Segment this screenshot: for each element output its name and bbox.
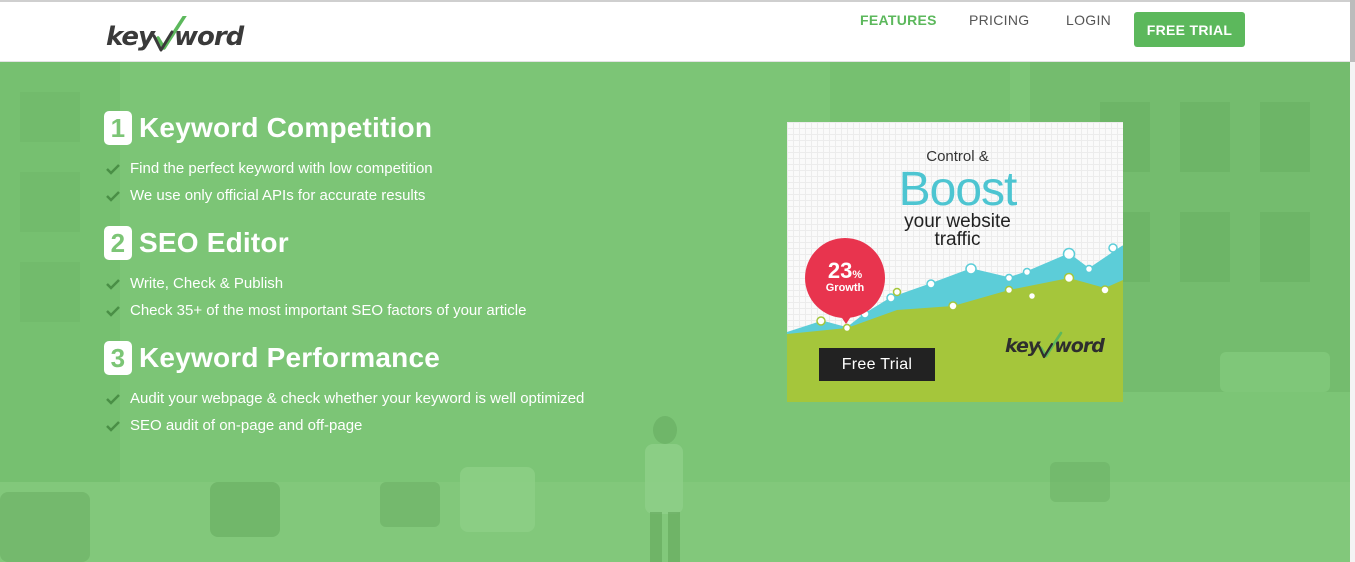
ad-logo: key word xyxy=(1005,331,1105,365)
feature-2-bullet-2: Check 35+ of the most important SEO fact… xyxy=(106,302,526,319)
nav-features[interactable]: FEATURES xyxy=(860,12,937,28)
feature-2-bullet-1-text: Write, Check & Publish xyxy=(130,275,284,292)
ad-banner[interactable]: Control & Boost your website traffic 23%… xyxy=(787,122,1123,402)
check-icon xyxy=(106,305,120,317)
growth-value: 23 xyxy=(827,258,853,283)
feature-1-bullet-2-text: We use only official APIs for accurate r… xyxy=(130,187,426,204)
feature-1-bullet-2: We use only official APIs for accurate r… xyxy=(106,187,425,204)
feature-3-number: 3 xyxy=(104,341,132,375)
site-header: key word FEATURES PRICING LOGIN FREE TRIA… xyxy=(0,0,1355,62)
growth-value-wrap: 23% xyxy=(805,258,885,284)
checkmark-logo-icon xyxy=(152,16,187,52)
feature-3-bullet-1-text: Audit your webpage & check whether your … xyxy=(130,390,585,407)
check-icon xyxy=(106,393,120,405)
nav-login[interactable]: LOGIN xyxy=(1066,12,1111,28)
feature-3-bullet-2-text: SEO audit of on-page and off-page xyxy=(130,417,363,434)
ad-free-trial-button[interactable]: Free Trial xyxy=(819,348,935,381)
feature-3-bullet-1: Audit your webpage & check whether your … xyxy=(106,390,584,407)
feature-2-bullet-2-text: Check 35+ of the most important SEO fact… xyxy=(130,302,527,319)
growth-unit: % xyxy=(852,269,863,281)
page-edge xyxy=(1350,62,1355,562)
growth-label: Growth xyxy=(825,282,865,294)
feature-3-title: Keyword Performance xyxy=(139,342,441,373)
growth-badge-pointer xyxy=(838,312,854,324)
free-trial-button[interactable]: FREE TRIAL xyxy=(1134,12,1245,47)
feature-1-heading: 1 Keyword Competition xyxy=(104,111,432,145)
growth-badge: 23% Growth xyxy=(805,238,885,318)
site-logo[interactable]: key word xyxy=(106,16,244,56)
feature-1-bullet-1: Find the perfect keyword with low compet… xyxy=(106,160,433,177)
check-icon xyxy=(106,190,120,202)
check-icon xyxy=(106,420,120,432)
nav-pricing[interactable]: PRICING xyxy=(969,12,1029,28)
feature-3-heading: 3 Keyword Performance xyxy=(104,341,440,375)
ad-boost-text: Boost xyxy=(898,163,1018,216)
feature-2-heading: 2 SEO Editor xyxy=(104,226,289,260)
check-icon xyxy=(106,278,120,290)
check-icon xyxy=(106,163,120,175)
feature-1-title: Keyword Competition xyxy=(139,112,433,143)
feature-1-bullet-1-text: Find the perfect keyword with low compet… xyxy=(130,160,433,177)
feature-1-number: 1 xyxy=(104,111,132,145)
feature-2-title: SEO Editor xyxy=(139,227,289,258)
checkmark-logo-icon xyxy=(1037,331,1063,359)
feature-2-number: 2 xyxy=(104,226,132,260)
feature-3-bullet-2: SEO audit of on-page and off-page xyxy=(106,417,362,434)
feature-2-bullet-1: Write, Check & Publish xyxy=(106,275,283,292)
